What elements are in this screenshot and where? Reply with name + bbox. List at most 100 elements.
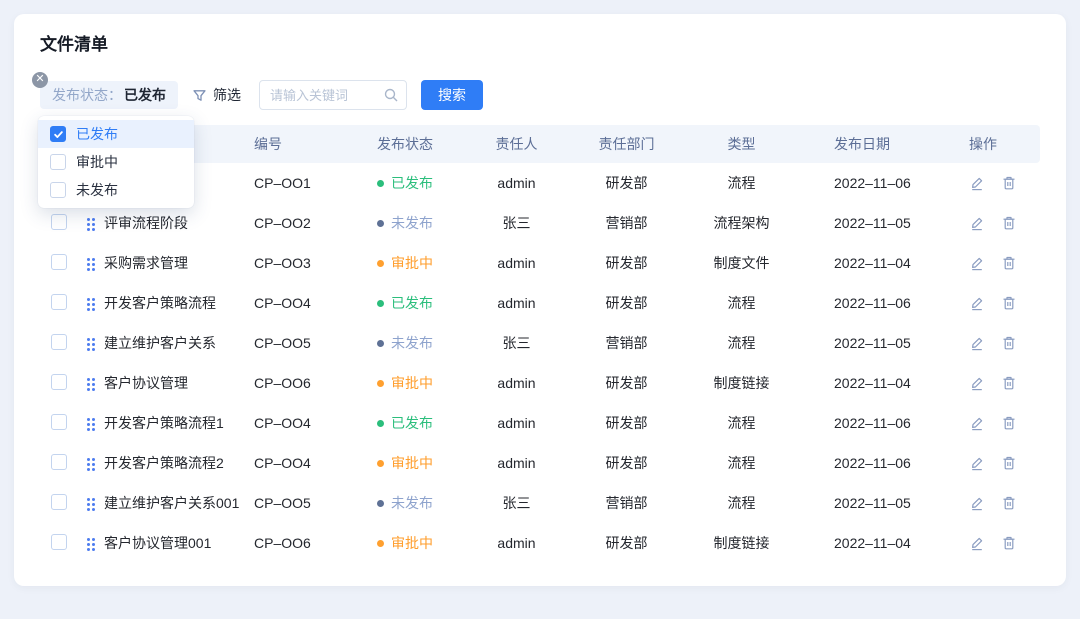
option-label: 已发布 — [76, 124, 118, 144]
header-dept: 责任部门 — [564, 134, 689, 154]
edit-button[interactable] — [969, 415, 985, 431]
delete-button[interactable] — [1001, 455, 1017, 471]
drag-dots-icon[interactable] — [87, 418, 95, 431]
publish-date: 2022–11–06 — [794, 295, 929, 311]
table-row: 建立维护客户关系 CP–OO5 未发布 张三 营销部 流程 2022–11–05 — [40, 323, 1040, 363]
status-label: 审批中 — [391, 373, 433, 393]
status-filter-option[interactable]: 审批中 — [38, 148, 194, 176]
status-filter-option[interactable]: 已发布 — [38, 120, 194, 148]
edit-button[interactable] — [969, 255, 985, 271]
option-label: 未发布 — [76, 180, 118, 200]
trash-icon — [1001, 535, 1017, 551]
status-badge: 已发布 — [369, 293, 469, 313]
row-checkbox[interactable] — [51, 454, 67, 470]
edit-button[interactable] — [969, 455, 985, 471]
table-row: 开发客户策略流程2 CP–OO4 审批中 admin 研发部 流程 2022–1… — [40, 443, 1040, 483]
delete-button[interactable] — [1001, 335, 1017, 351]
row-checkbox[interactable] — [51, 214, 67, 230]
status-label: 审批中 — [391, 253, 433, 273]
delete-button[interactable] — [1001, 215, 1017, 231]
edit-button[interactable] — [969, 175, 985, 191]
doc-type: 流程 — [689, 493, 794, 513]
doc-type: 流程 — [689, 173, 794, 193]
row-checkbox[interactable] — [51, 414, 67, 430]
file-name: 客户协议管理 — [104, 373, 254, 393]
edit-button[interactable] — [969, 335, 985, 351]
filter-button[interactable]: 筛选 — [192, 85, 241, 105]
file-name: 开发客户策略流程 — [104, 293, 254, 313]
file-code: CP–OO5 — [254, 495, 369, 511]
row-checkbox[interactable] — [51, 534, 67, 550]
file-name: 客户协议管理001 — [104, 533, 254, 553]
delete-button[interactable] — [1001, 415, 1017, 431]
owner: admin — [469, 175, 564, 191]
drag-dots-icon[interactable] — [87, 458, 95, 471]
department: 研发部 — [564, 173, 689, 193]
drag-dots-icon[interactable] — [87, 218, 95, 231]
status-dot-icon — [377, 260, 384, 267]
file-name: 开发客户策略流程1 — [104, 413, 254, 433]
status-dot-icon — [377, 500, 384, 507]
option-checkbox[interactable] — [50, 154, 66, 170]
file-name: 建立维护客户关系001 — [104, 493, 254, 513]
delete-button[interactable] — [1001, 495, 1017, 511]
pencil-icon — [969, 335, 985, 351]
magnifier-icon — [383, 87, 399, 103]
header-type: 类型 — [689, 134, 794, 154]
file-name: 开发客户策略流程2 — [104, 453, 254, 473]
delete-button[interactable] — [1001, 375, 1017, 391]
pencil-icon — [969, 255, 985, 271]
row-checkbox[interactable] — [51, 334, 67, 350]
header-date: 发布日期 — [794, 134, 929, 154]
publish-date: 2022–11–06 — [794, 455, 929, 471]
status-badge: 未发布 — [369, 213, 469, 233]
drag-dots-icon[interactable] — [87, 258, 95, 271]
edit-button[interactable] — [969, 215, 985, 231]
file-code: CP–OO6 — [254, 375, 369, 391]
file-code: CP–OO5 — [254, 335, 369, 351]
department: 研发部 — [564, 533, 689, 553]
row-checkbox[interactable] — [51, 254, 67, 270]
option-checkbox[interactable] — [50, 182, 66, 198]
edit-button[interactable] — [969, 535, 985, 551]
close-icon[interactable]: ✕ — [32, 72, 48, 88]
delete-button[interactable] — [1001, 535, 1017, 551]
delete-button[interactable] — [1001, 255, 1017, 271]
doc-type: 制度文件 — [689, 253, 794, 273]
drag-dots-icon[interactable] — [87, 338, 95, 351]
header-status: 发布状态 — [369, 134, 469, 154]
toolbar: ✕ 发布状态： 已发布 筛选 搜索 — [40, 80, 1040, 110]
option-checkbox[interactable] — [50, 126, 66, 142]
status-filter-dropdown: 已发布 审批中 未发布 — [38, 116, 194, 208]
row-checkbox[interactable] — [51, 374, 67, 390]
doc-type: 流程 — [689, 293, 794, 313]
file-name: 建立维护客户关系 — [104, 333, 254, 353]
table-row: 评审流程阶段 CP–OO2 未发布 张三 营销部 流程架构 2022–11–05 — [40, 203, 1040, 243]
publish-date: 2022–11–05 — [794, 495, 929, 511]
drag-dots-icon[interactable] — [87, 378, 95, 391]
row-checkbox[interactable] — [51, 494, 67, 510]
pencil-icon — [969, 415, 985, 431]
department: 营销部 — [564, 213, 689, 233]
status-dot-icon — [377, 340, 384, 347]
status-filter-option[interactable]: 未发布 — [38, 176, 194, 204]
edit-button[interactable] — [969, 295, 985, 311]
publish-date: 2022–11–06 — [794, 175, 929, 191]
edit-button[interactable] — [969, 495, 985, 511]
table-row: 客户协议管理 CP–OO6 审批中 admin 研发部 制度链接 2022–11… — [40, 363, 1040, 403]
doc-type: 制度链接 — [689, 533, 794, 553]
search-button[interactable]: 搜索 — [421, 80, 483, 110]
filter-chip[interactable]: ✕ 发布状态： 已发布 — [40, 81, 178, 109]
drag-dots-icon[interactable] — [87, 538, 95, 551]
delete-button[interactable] — [1001, 175, 1017, 191]
header-code: 编号 — [254, 134, 369, 154]
drag-dots-icon[interactable] — [87, 298, 95, 311]
trash-icon — [1001, 175, 1017, 191]
trash-icon — [1001, 375, 1017, 391]
delete-button[interactable] — [1001, 295, 1017, 311]
trash-icon — [1001, 295, 1017, 311]
drag-dots-icon[interactable] — [87, 498, 95, 511]
status-dot-icon — [377, 300, 384, 307]
edit-button[interactable] — [969, 375, 985, 391]
row-checkbox[interactable] — [51, 294, 67, 310]
